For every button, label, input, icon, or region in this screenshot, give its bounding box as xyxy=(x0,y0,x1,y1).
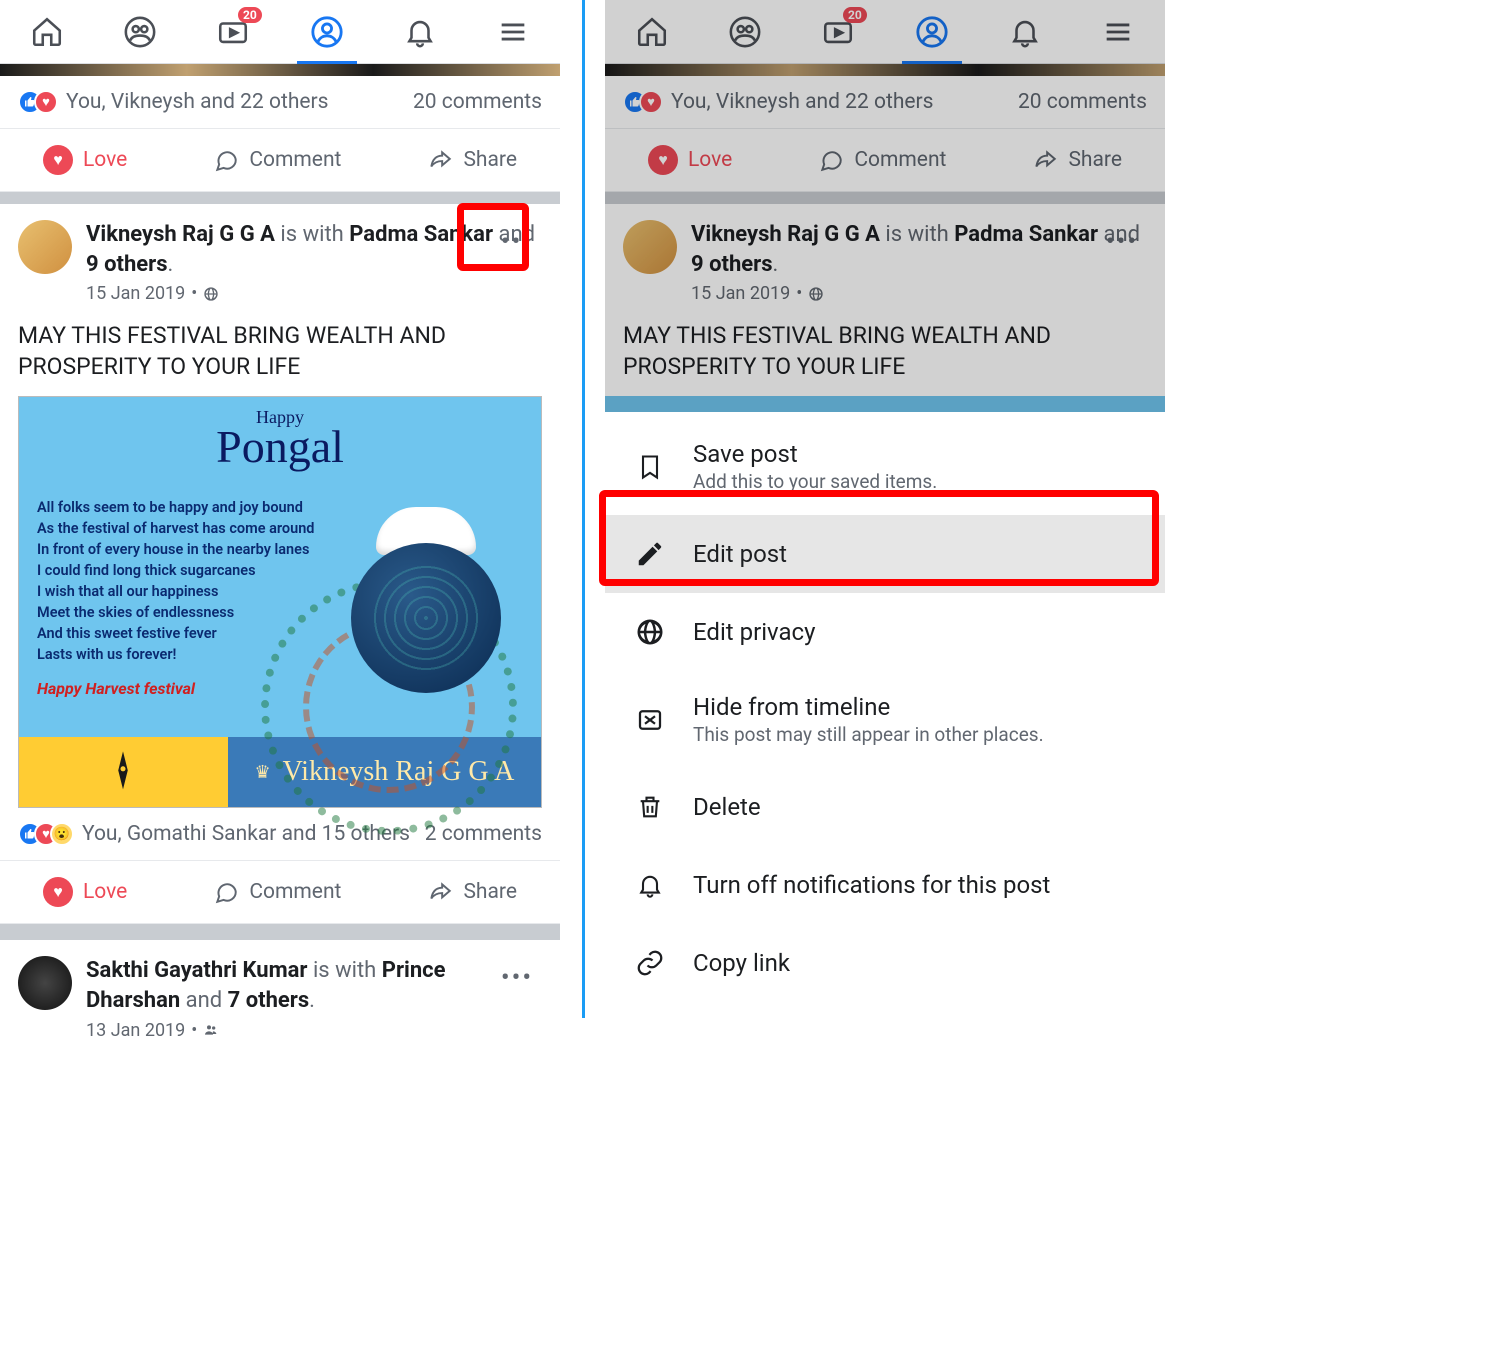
globe-icon xyxy=(633,615,667,649)
pen-nib-icon xyxy=(104,747,142,797)
comment-button[interactable]: Comment xyxy=(213,879,341,905)
prev-action-bar: ♥ Love Comment Share xyxy=(0,129,560,192)
nav-groups[interactable] xyxy=(93,0,186,63)
bell-icon xyxy=(633,868,667,902)
love-label: Love xyxy=(83,148,127,172)
nav-home[interactable] xyxy=(0,0,93,63)
hamburger-icon xyxy=(496,15,530,49)
post1-author: Vikneysh Raj G G A xyxy=(86,222,275,247)
share-button[interactable]: Share xyxy=(427,879,517,905)
sheet-save-sub: Add this to your saved items. xyxy=(693,470,937,493)
crown-icon: ♛ xyxy=(255,762,271,783)
pongal-footer: ♛ Vikneysh Raj G G A xyxy=(19,737,541,807)
sheet-hide-timeline[interactable]: Hide from timeline This post may still a… xyxy=(605,671,1165,768)
post1-action-bar: ♥ Love Comment Share xyxy=(0,861,560,924)
watch-badge: 20 xyxy=(238,7,262,23)
home-icon xyxy=(635,15,669,49)
sheet-edit-post[interactable]: Edit post xyxy=(605,515,1165,593)
phone-left: 20 ♥ You, Vikneysh and 22 others 20 comm… xyxy=(0,0,560,1353)
share-icon xyxy=(427,879,453,905)
profile-icon xyxy=(310,15,344,49)
sheet-delete-title: Delete xyxy=(693,793,761,821)
post1-header: Vikneysh Raj G G A is with Padma Sankar … xyxy=(0,204,560,314)
post-gap xyxy=(0,924,560,940)
nav-profile[interactable] xyxy=(280,0,373,63)
heart-icon: ♥ xyxy=(43,877,73,907)
pongal-title: Happy Pongal xyxy=(37,409,523,467)
prev-media-strip xyxy=(0,64,560,76)
post2-byline[interactable]: Sakthi Gayathri Kumar is with Prince Dha… xyxy=(86,956,542,1015)
top-nav: 20 xyxy=(0,0,560,64)
sheet-turn-off-notifications[interactable]: Turn off notifications for this post xyxy=(605,846,1165,924)
pongal-pot xyxy=(341,507,511,697)
post1-date: 15 Jan 2019 xyxy=(86,283,185,304)
hamburger-icon xyxy=(1101,15,1135,49)
share-button[interactable]: Share xyxy=(427,147,517,173)
groups-icon xyxy=(123,15,157,49)
heart-icon: ♥ xyxy=(43,145,73,175)
friends-icon xyxy=(203,1022,219,1038)
comments-count[interactable]: 2 comments xyxy=(425,822,542,846)
comment-button[interactable]: Comment xyxy=(213,147,341,173)
love-button[interactable]: ♥ Love xyxy=(43,877,127,907)
wow-icon: 😮 xyxy=(50,822,74,846)
pongal-poem: All folks seem to be happy and joy bound… xyxy=(37,497,337,665)
post1-text: MAY THIS FESTIVAL BRING WEALTH AND PROSP… xyxy=(0,314,560,396)
sheet-privacy-title: Edit privacy xyxy=(693,618,815,646)
bookmark-icon xyxy=(633,450,667,484)
phone-right: 20 ♥ You, Vikneysh and 22 others 20 comm… xyxy=(605,0,1165,1353)
post2-menu-button[interactable]: ••• xyxy=(492,958,542,998)
reactions-text: You, Gomathi Sankar and 15 others xyxy=(82,822,410,846)
comment-icon xyxy=(213,147,239,173)
top-nav-dim: 20 xyxy=(605,0,1165,64)
reaction-icons: ♥ 😮 xyxy=(18,822,74,846)
link-icon xyxy=(633,946,667,980)
profile-icon xyxy=(915,15,949,49)
trash-icon xyxy=(633,790,667,824)
post2-avatar[interactable] xyxy=(18,956,72,1010)
love-icon: ♥ xyxy=(34,90,58,114)
post-gap xyxy=(0,192,560,204)
sheet-hide-sub: This post may still appear in other plac… xyxy=(693,723,1044,746)
bell-icon xyxy=(403,15,437,49)
post2-meta: 13 Jan 2019 • xyxy=(86,1020,542,1041)
post1-image[interactable]: Happy Pongal All folks seem to be happy … xyxy=(18,396,542,808)
pencil-icon xyxy=(633,537,667,571)
share-icon xyxy=(427,147,453,173)
sheet-copy-title: Copy link xyxy=(693,949,790,977)
comment-label: Comment xyxy=(249,148,341,172)
sheet-delete[interactable]: Delete xyxy=(605,768,1165,846)
comments-count[interactable]: 20 comments xyxy=(413,90,542,114)
home-icon xyxy=(30,15,64,49)
bell-icon xyxy=(1008,15,1042,49)
panel-divider xyxy=(582,0,585,1018)
sheet-hide-title: Hide from timeline xyxy=(693,693,1044,721)
prev-reactions-row[interactable]: ♥ You, Vikneysh and 22 others 20 comment… xyxy=(0,76,560,129)
hide-icon xyxy=(633,703,667,737)
post-options-sheet: Save post Add this to your saved items. … xyxy=(605,412,1165,1052)
nav-watch[interactable]: 20 xyxy=(187,0,280,63)
reactions-text: You, Vikneysh and 22 others xyxy=(66,90,329,114)
sheet-noti-title: Turn off notifications for this post xyxy=(693,871,1050,899)
share-label: Share xyxy=(463,148,517,172)
post1-byline[interactable]: Vikneysh Raj G G A is with Padma Sankar … xyxy=(86,220,542,279)
globe-icon xyxy=(203,286,219,302)
post1-meta: 15 Jan 2019 • xyxy=(86,283,542,304)
sheet-edit-title: Edit post xyxy=(693,540,787,568)
post2-header: Sakthi Gayathri Kumar is with Prince Dha… xyxy=(0,940,560,1050)
groups-icon xyxy=(728,15,762,49)
reaction-icons: ♥ xyxy=(18,90,58,114)
sheet-copy-link[interactable]: Copy link xyxy=(605,924,1165,1002)
love-button[interactable]: ♥ Love xyxy=(43,145,127,175)
comment-icon xyxy=(213,879,239,905)
sheet-save-title: Save post xyxy=(693,440,937,468)
post1-avatar[interactable] xyxy=(18,220,72,274)
post1-menu-button[interactable]: ••• xyxy=(492,222,542,262)
sheet-edit-privacy[interactable]: Edit privacy xyxy=(605,593,1165,671)
post1-reactions-row[interactable]: ♥ 😮 You, Gomathi Sankar and 15 others 2 … xyxy=(0,808,560,861)
nav-notifications[interactable] xyxy=(373,0,466,63)
nav-menu[interactable] xyxy=(467,0,560,63)
sheet-save-post[interactable]: Save post Add this to your saved items. xyxy=(605,418,1165,515)
signature: Vikneysh Raj G G A xyxy=(283,756,515,788)
